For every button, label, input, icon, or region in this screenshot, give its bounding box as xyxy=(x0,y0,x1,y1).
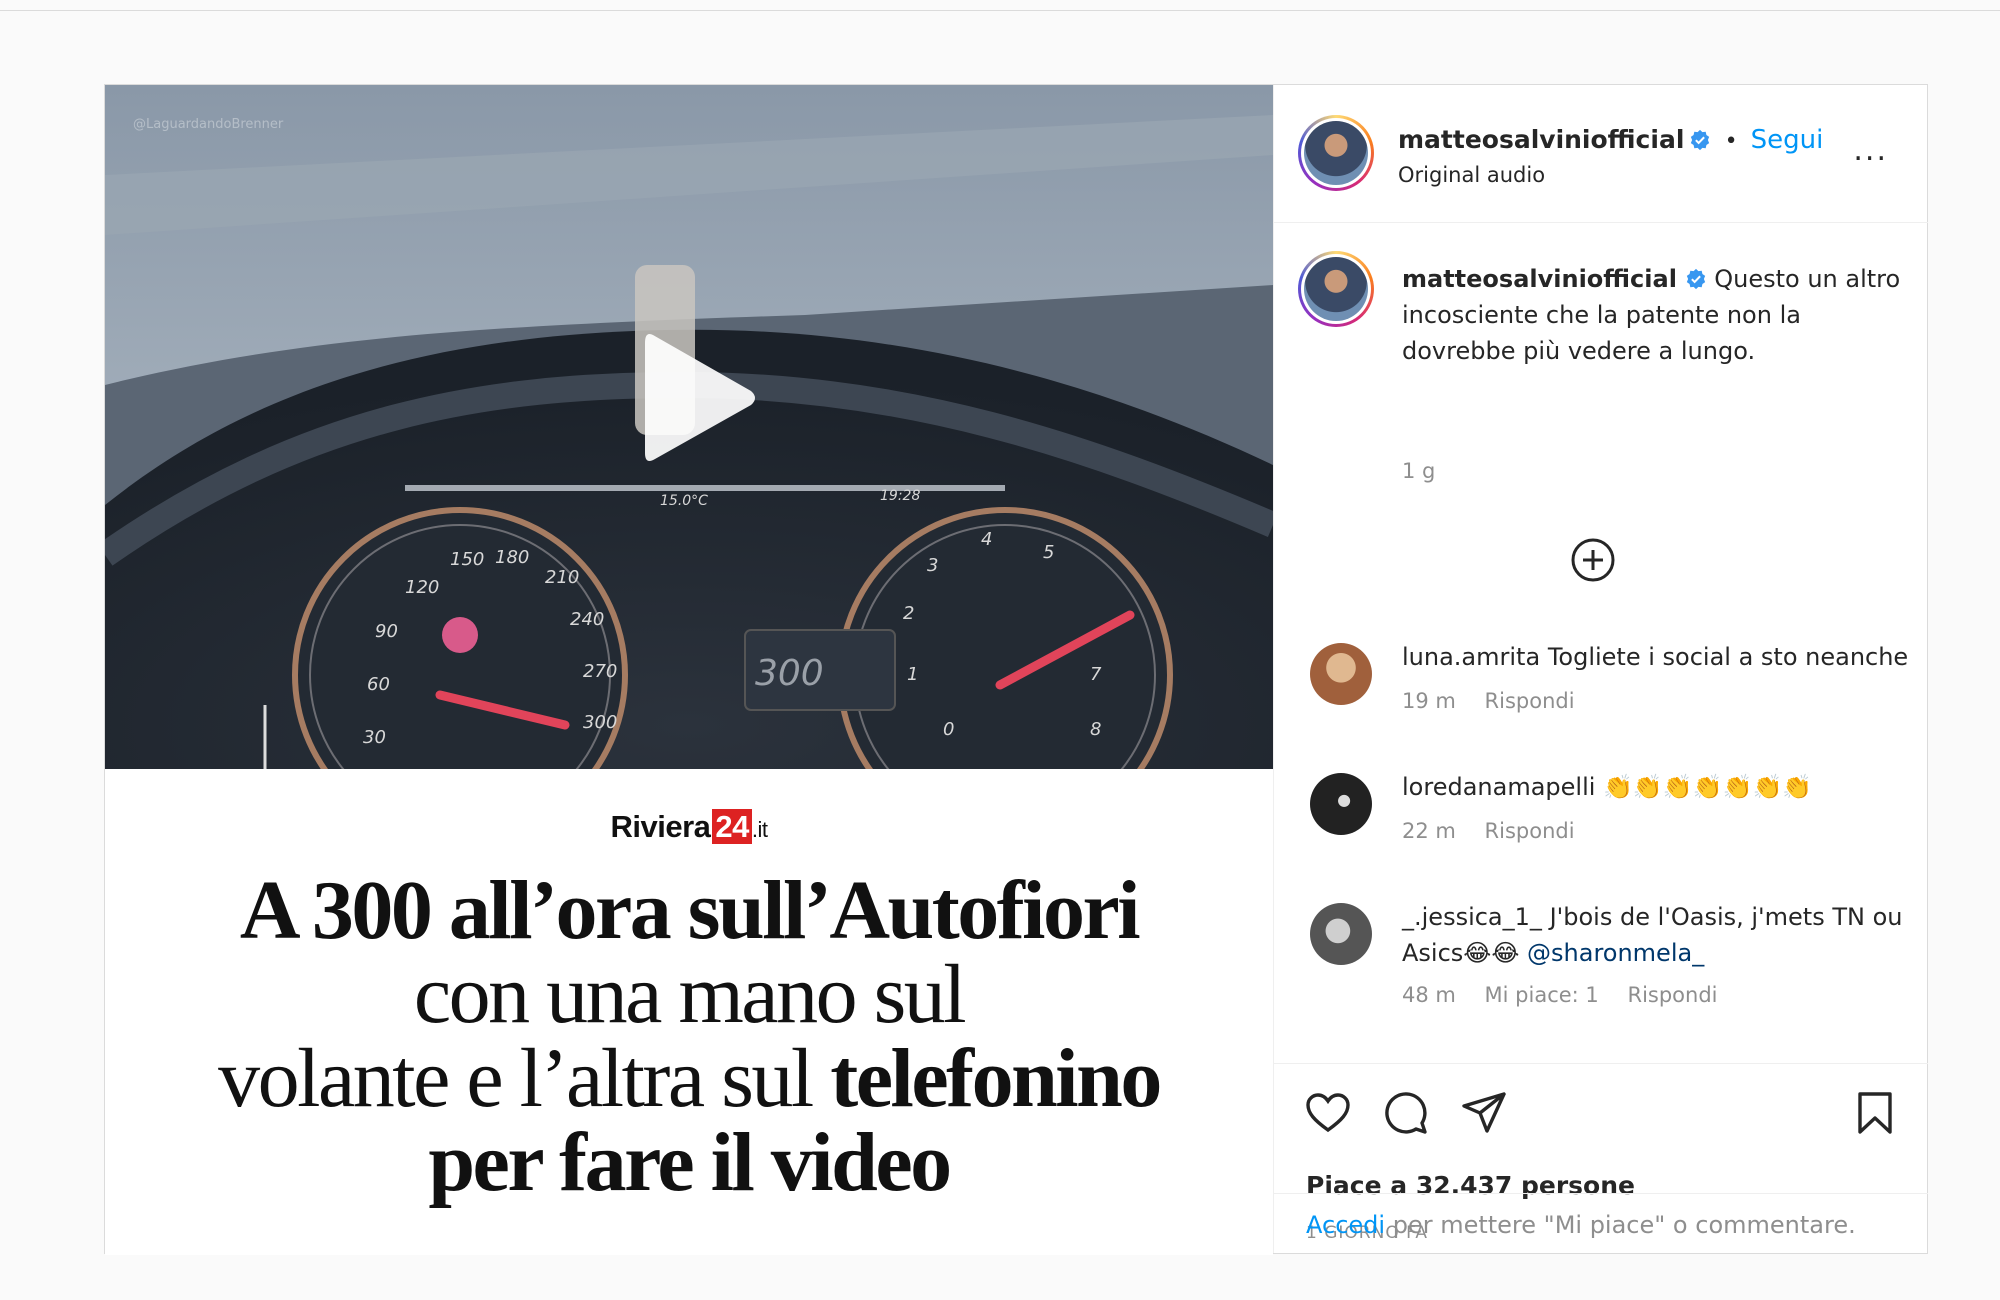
comment-mention-link[interactable]: @sharonmela_ xyxy=(1527,939,1704,967)
publisher-logo: Riviera 24 .it xyxy=(105,809,1273,845)
post-media: 60 30 90 120 150 180 210 240 270 300 0 1 2 3 4 5 7… xyxy=(105,85,1273,1255)
svg-text:3: 3 xyxy=(927,555,938,576)
comment-likes[interactable]: Mi piace: 1 xyxy=(1485,983,1599,1007)
svg-text:15.0°C: 15.0°C xyxy=(660,493,708,509)
top-divider xyxy=(0,10,2000,11)
comment-avatar[interactable] xyxy=(1310,643,1372,705)
login-prompt-text: per mettere "Mi piace" o commentare. xyxy=(1385,1211,1856,1239)
svg-text:60: 60 xyxy=(367,674,390,695)
likes-count[interactable]: Piace a 32.437 persone xyxy=(1306,1171,1635,1200)
svg-text:7: 7 xyxy=(1090,664,1102,685)
comment-time: 22 m xyxy=(1402,819,1456,843)
caption: matteosalviniofficial Questo un altro in… xyxy=(1402,261,1902,369)
comment-username[interactable]: luna.amrita xyxy=(1402,643,1540,671)
svg-text:19:28: 19:28 xyxy=(880,488,920,504)
svg-text:8: 8 xyxy=(1090,719,1101,740)
caption-username[interactable]: matteosalviniofficial xyxy=(1402,265,1677,293)
comment-icon[interactable] xyxy=(1382,1089,1430,1137)
post-card: 60 30 90 120 150 180 210 240 270 300 0 1 2 3 4 5 7… xyxy=(104,84,1928,1255)
video-watermark: @LaguardandoBrenner xyxy=(133,117,284,132)
comment-text: 👏👏👏👏👏👏👏 xyxy=(1603,773,1813,801)
headline-line-4: per fare il video xyxy=(428,1116,952,1209)
comment: luna.amrita Togliete i social a sto nean… xyxy=(1402,639,1912,675)
comment-meta: 48 m Mi piace: 1 Rispondi xyxy=(1402,983,1740,1007)
comments-section: matteosalviniofficial Questo un altro in… xyxy=(1274,223,1928,1063)
comment-username[interactable]: loredanamapelli xyxy=(1402,773,1595,801)
svg-text:210: 210 xyxy=(545,567,579,588)
login-divider xyxy=(1274,1193,1928,1194)
headline-line-3-regular: volante e l’altra sul xyxy=(218,1032,831,1125)
svg-text:180: 180 xyxy=(495,547,529,568)
share-icon[interactable] xyxy=(1460,1089,1508,1137)
publisher-number: 24 xyxy=(712,809,752,844)
login-prompt: Accedi per mettere "Mi piace" o commenta… xyxy=(1306,1211,1856,1239)
svg-text:240: 240 xyxy=(570,609,604,630)
video-frame[interactable]: 60 30 90 120 150 180 210 240 270 300 0 1 2 3 4 5 7… xyxy=(105,85,1273,769)
reply-button[interactable]: Rispondi xyxy=(1485,689,1575,713)
comment: loredanamapelli 👏👏👏👏👏👏👏 xyxy=(1402,769,1912,805)
comment-time: 48 m xyxy=(1402,983,1456,1007)
verified-badge-icon xyxy=(1691,129,1710,151)
publisher-tld: .it xyxy=(751,817,768,842)
headline-line-3-bold: telefonino xyxy=(830,1032,1162,1125)
caption-avatar[interactable] xyxy=(1298,251,1374,327)
actions-divider xyxy=(1274,1063,1928,1064)
svg-text:2: 2 xyxy=(903,603,914,624)
comment-time: 19 m xyxy=(1402,689,1456,713)
audio-label[interactable]: Original audio xyxy=(1398,163,1545,187)
bookmark-icon[interactable] xyxy=(1852,1089,1898,1137)
article-image: Riviera 24 .it A 300 all’ora sull’Autofior… xyxy=(105,769,1273,1255)
comment-avatar[interactable] xyxy=(1310,903,1372,965)
author-avatar[interactable] xyxy=(1298,115,1374,191)
svg-text:90: 90 xyxy=(375,621,398,642)
svg-text:300: 300 xyxy=(755,653,824,694)
comment-meta: 19 m Rispondi xyxy=(1402,689,1597,713)
post-sidebar: matteosalviniofficial • Segui Original a… xyxy=(1273,85,1928,1253)
caption-time: 1 g xyxy=(1402,459,1436,483)
verified-badge-icon xyxy=(1686,268,1705,290)
headline-line-2: con una mano sul xyxy=(413,948,967,1041)
follow-button[interactable]: Segui xyxy=(1751,125,1824,155)
svg-text:0: 0 xyxy=(943,719,954,740)
play-icon[interactable] xyxy=(633,323,763,473)
svg-text:150: 150 xyxy=(450,549,484,570)
svg-text:30: 30 xyxy=(363,727,386,748)
svg-text:270: 270 xyxy=(583,661,617,682)
login-link[interactable]: Accedi xyxy=(1306,1211,1385,1239)
publisher-name: Riviera xyxy=(610,809,711,844)
reply-button[interactable]: Rispondi xyxy=(1485,819,1575,843)
author-username[interactable]: matteosalviniofficial xyxy=(1398,125,1684,154)
comment-username[interactable]: _.jessica_1_ xyxy=(1402,903,1542,931)
comment-avatar[interactable] xyxy=(1310,773,1372,835)
svg-text:4: 4 xyxy=(981,529,992,550)
more-options-button[interactable]: ... xyxy=(1853,136,1888,166)
svg-text:5: 5 xyxy=(1043,542,1054,563)
comment-text: Togliete i social a sto neanche xyxy=(1547,643,1909,671)
svg-text:300: 300 xyxy=(583,712,617,733)
headline-line-1: A 300 all’ora sull’Autofiori xyxy=(239,864,1141,957)
article-headline: A 300 all’ora sull’Autofiori con una man… xyxy=(105,869,1273,1205)
comment-meta: 22 m Rispondi xyxy=(1402,819,1597,843)
svg-text:120: 120 xyxy=(405,577,439,598)
svg-text:1: 1 xyxy=(907,664,918,685)
reply-button[interactable]: Rispondi xyxy=(1627,983,1717,1007)
post-header: matteosalviniofficial • Segui Original a… xyxy=(1274,85,1928,223)
comment: _.jessica_1_ J'bois de l'Oasis, j'mets T… xyxy=(1402,899,1912,971)
heart-icon[interactable] xyxy=(1304,1089,1352,1137)
header-separator: • xyxy=(1724,129,1738,154)
plus-circle-icon[interactable] xyxy=(1570,537,1616,583)
